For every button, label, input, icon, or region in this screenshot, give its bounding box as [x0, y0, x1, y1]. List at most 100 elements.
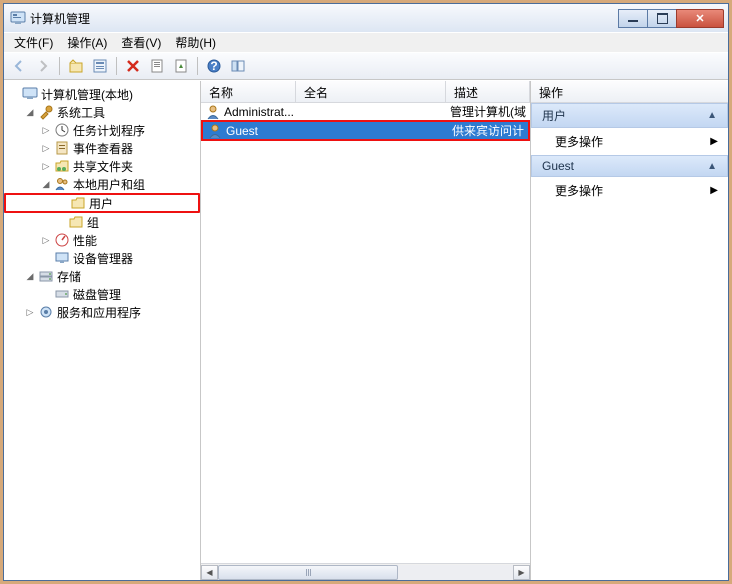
- actions-more-label: 更多操作: [555, 182, 603, 199]
- tree-device-manager-label: 设备管理器: [73, 250, 133, 267]
- col-header-fullname[interactable]: 全名: [296, 81, 446, 102]
- app-window: 计算机管理 文件(F) 操作(A) 查看(V) 帮助(H) ? ▶: [3, 3, 729, 581]
- tools-icon: [38, 104, 54, 120]
- collapse-icon: ▲: [707, 161, 717, 172]
- tree-groups-label: 组: [87, 214, 99, 231]
- svg-text:?: ?: [210, 59, 217, 73]
- scroll-right-button[interactable]: ▶: [513, 565, 530, 580]
- title-left: 计算机管理: [10, 10, 90, 27]
- actions-pane: 操作 用户 ▲ 更多操作 ▶ Guest ▲ 更多操作 ▶: [531, 81, 728, 580]
- tree-root[interactable]: ▶ 计算机管理(本地): [4, 85, 200, 103]
- actions-group-users-label: 用户: [542, 107, 566, 124]
- tree-event-viewer[interactable]: ▷ 事件查看器: [4, 139, 200, 157]
- expander-icon[interactable]: ◢: [24, 270, 36, 282]
- scroll-track[interactable]: [218, 565, 513, 580]
- list-header: 名称 全名 描述: [201, 81, 530, 103]
- maximize-button[interactable]: [647, 9, 677, 28]
- properties-button[interactable]: [89, 55, 111, 77]
- menu-action[interactable]: 操作(A): [61, 33, 113, 52]
- tree-root-label: 计算机管理(本地): [41, 86, 133, 103]
- titlebar[interactable]: 计算机管理: [4, 4, 728, 32]
- scroll-left-button[interactable]: ◀: [201, 565, 218, 580]
- tree-groups[interactable]: ▷ 组: [4, 213, 200, 231]
- expander-icon[interactable]: ▷: [40, 124, 52, 136]
- list-row-administrator[interactable]: Administrat... 管理计算机(域: [201, 103, 530, 120]
- actions-more-1[interactable]: 更多操作 ▶: [531, 128, 728, 155]
- tree-task-scheduler-label: 任务计划程序: [73, 122, 145, 139]
- collapse-icon: ▲: [707, 110, 717, 121]
- expander-icon[interactable]: ▷: [40, 234, 52, 246]
- computer-icon: [22, 86, 38, 102]
- device-icon: [54, 250, 70, 266]
- show-hide-button[interactable]: [227, 55, 249, 77]
- tree-storage[interactable]: ◢ 存储: [4, 267, 200, 285]
- horizontal-scrollbar[interactable]: ◀ ▶: [201, 563, 530, 580]
- menu-help[interactable]: 帮助(H): [169, 33, 222, 52]
- shared-folder-icon: [54, 158, 70, 174]
- col-header-name[interactable]: 名称: [201, 81, 296, 102]
- tree-disk-management-label: 磁盘管理: [73, 286, 121, 303]
- actions-group-guest[interactable]: Guest ▲: [531, 155, 728, 177]
- tree-shared-folders-label: 共享文件夹: [73, 158, 133, 175]
- tree-device-manager[interactable]: ▷ 设备管理器: [4, 249, 200, 267]
- actions-group-guest-label: Guest: [542, 159, 574, 173]
- window-controls: [619, 9, 724, 28]
- disk-icon: [54, 286, 70, 302]
- scroll-thumb[interactable]: [218, 565, 398, 580]
- expander-icon[interactable]: ▷: [40, 160, 52, 172]
- expander-icon[interactable]: ◢: [40, 178, 52, 190]
- col-header-desc[interactable]: 描述: [446, 81, 530, 102]
- toolbar-sep-1: [59, 57, 60, 75]
- export-button[interactable]: [170, 55, 192, 77]
- toolbar-sep-2: [116, 57, 117, 75]
- tree-performance[interactable]: ▷ 性能: [4, 231, 200, 249]
- list-pane: 名称 全名 描述 Administrat... 管理计算机(域 Guest: [201, 81, 531, 580]
- expander-icon[interactable]: ▷: [24, 306, 36, 318]
- folder-icon: [68, 214, 84, 230]
- refresh-button[interactable]: [146, 55, 168, 77]
- menu-file[interactable]: 文件(F): [8, 33, 59, 52]
- close-button[interactable]: [676, 9, 724, 28]
- window-title: 计算机管理: [30, 10, 90, 27]
- tree-storage-label: 存储: [57, 268, 81, 285]
- tree-local-users-groups[interactable]: ◢ 本地用户和组: [4, 175, 200, 193]
- tree-services-apps[interactable]: ▷ 服务和应用程序: [4, 303, 200, 321]
- tree-performance-label: 性能: [73, 232, 97, 249]
- tree-pane[interactable]: ▶ 计算机管理(本地) ◢ 系统工具 ▷ 任务计划程序 ▷ 事件查看器 ▷: [4, 81, 201, 580]
- row-name: Administrat...: [224, 105, 294, 119]
- expander-icon[interactable]: ▷: [40, 142, 52, 154]
- expander-icon[interactable]: ◢: [24, 106, 36, 118]
- actions-more-label: 更多操作: [555, 133, 603, 150]
- tree-users-label: 用户: [89, 195, 113, 212]
- toolbar: ?: [4, 52, 728, 80]
- actions-pane-title: 操作: [531, 81, 728, 103]
- delete-button[interactable]: [122, 55, 144, 77]
- tree-services-apps-label: 服务和应用程序: [57, 304, 141, 321]
- tree-shared-folders[interactable]: ▷ 共享文件夹: [4, 157, 200, 175]
- submenu-arrow-icon: ▶: [710, 185, 718, 196]
- nav-back-button[interactable]: [8, 55, 30, 77]
- users-groups-icon: [54, 176, 70, 192]
- row-name: Guest: [226, 124, 258, 138]
- tree-event-viewer-label: 事件查看器: [73, 140, 133, 157]
- tree-system-tools[interactable]: ◢ 系统工具: [4, 103, 200, 121]
- menu-view[interactable]: 查看(V): [115, 33, 167, 52]
- help-button[interactable]: ?: [203, 55, 225, 77]
- minimize-button[interactable]: [618, 9, 648, 28]
- up-level-button[interactable]: [65, 55, 87, 77]
- actions-group-users[interactable]: 用户 ▲: [531, 103, 728, 128]
- actions-more-2[interactable]: 更多操作 ▶: [531, 177, 728, 204]
- nav-forward-button[interactable]: [32, 55, 54, 77]
- actions-body: 用户 ▲ 更多操作 ▶ Guest ▲ 更多操作 ▶: [531, 103, 728, 580]
- toolbar-sep-3: [197, 57, 198, 75]
- list-body[interactable]: Administrat... 管理计算机(域 Guest 供来宾访问计: [201, 103, 530, 563]
- app-icon: [10, 10, 26, 26]
- row-desc: 管理计算机(域: [450, 103, 530, 120]
- list-row-guest[interactable]: Guest 供来宾访问计: [201, 120, 530, 141]
- tree-disk-management[interactable]: ▷ 磁盘管理: [4, 285, 200, 303]
- user-icon: [205, 104, 221, 120]
- tree-task-scheduler[interactable]: ▷ 任务计划程序: [4, 121, 200, 139]
- performance-icon: [54, 232, 70, 248]
- services-icon: [38, 304, 54, 320]
- tree-users[interactable]: ▷ 用户: [4, 193, 200, 213]
